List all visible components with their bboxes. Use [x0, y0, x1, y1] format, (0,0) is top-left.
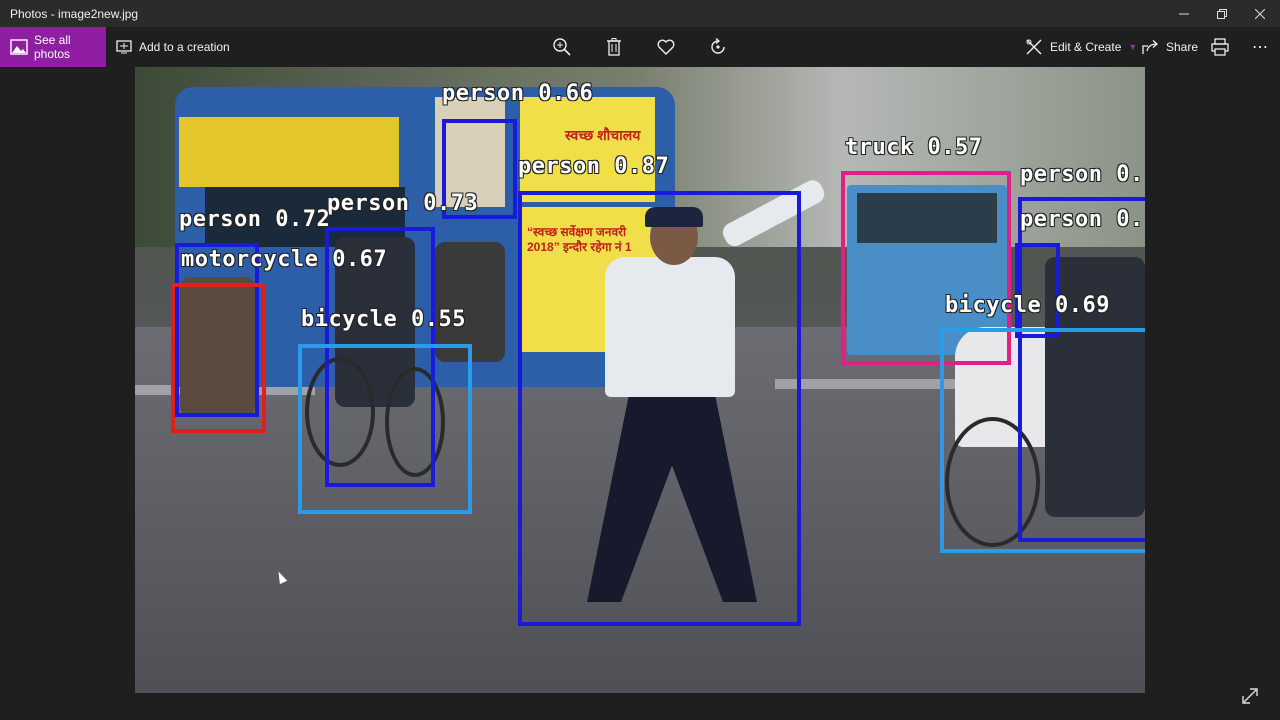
- detection-box-bicycle: [940, 328, 1145, 553]
- photos-icon: [10, 39, 28, 55]
- edit-create-icon: [1025, 38, 1043, 56]
- bus-top-text: स्वच्छ शौचालय: [565, 127, 641, 143]
- edit-create-button[interactable]: Edit & Create ▼: [1025, 27, 1137, 67]
- add-to-creation-label: Add to a creation: [139, 40, 230, 54]
- fullscreen-button[interactable]: [1240, 686, 1260, 706]
- delete-icon: [606, 38, 622, 56]
- zoom-in-icon: [553, 38, 571, 56]
- heart-icon: [657, 39, 675, 55]
- add-to-creation-button[interactable]: Add to a creation: [116, 27, 230, 67]
- detection-label: person 0.73: [327, 191, 479, 216]
- title-bar: Photos - image2new.jpg: [0, 0, 1280, 27]
- detection-label: bicycle 0.55: [301, 307, 466, 332]
- chevron-down-icon: ▼: [1128, 42, 1138, 52]
- restore-icon: [1217, 8, 1227, 19]
- photo-image[interactable]: स्वच्छ शौचालय “स्वच्छ सर्वेक्षण जनवरी 20…: [135, 67, 1145, 693]
- rotate-button[interactable]: [709, 27, 727, 67]
- more-options-button[interactable]: ⋯: [1252, 27, 1268, 67]
- delete-button[interactable]: [606, 27, 622, 67]
- detection-label: person 0.72: [179, 207, 331, 232]
- detection-label: motorcycle 0.67: [181, 247, 388, 272]
- share-button[interactable]: Share: [1141, 27, 1198, 67]
- add-creation-icon: [116, 39, 132, 55]
- detection-label: person 0.66: [442, 81, 594, 106]
- share-icon: [1141, 39, 1159, 55]
- print-icon: [1211, 38, 1229, 56]
- bus-top-panel: [520, 97, 655, 202]
- bus-banner: [179, 117, 399, 187]
- print-button[interactable]: [1211, 27, 1229, 67]
- toolbar: See all photos Add to a creation Edit & …: [0, 27, 1280, 67]
- detection-label: person 0.87: [518, 154, 670, 179]
- minimize-icon: [1179, 13, 1189, 14]
- see-all-photos-label: See all photos: [34, 33, 71, 61]
- detection-box-person: [518, 191, 801, 626]
- photo-viewer: स्वच्छ शौचालय “स्वच्छ सर्वेक्षण जनवरी 20…: [0, 67, 1280, 720]
- more-icon: ⋯: [1252, 39, 1268, 56]
- minimize-button[interactable]: [1165, 0, 1203, 27]
- detection-label: person 0.: [1020, 207, 1144, 232]
- detection-box-bicycle: [298, 344, 472, 514]
- rotate-icon: [709, 38, 727, 56]
- zoom-in-button[interactable]: [553, 27, 571, 67]
- detection-label: person 0.: [1020, 162, 1144, 187]
- expand-icon: [1242, 688, 1258, 704]
- close-button[interactable]: [1241, 0, 1279, 27]
- window-title: Photos - image2new.jpg: [10, 7, 139, 21]
- detection-box-motorcycle: [171, 283, 266, 433]
- see-all-photos-button[interactable]: See all photos: [0, 27, 106, 67]
- favorite-button[interactable]: [657, 27, 675, 67]
- restore-button[interactable]: [1203, 0, 1241, 27]
- close-icon: [1255, 8, 1265, 19]
- detection-box-person: [1015, 243, 1060, 338]
- edit-create-label: Edit & Create: [1050, 40, 1122, 54]
- detection-label: bicycle 0.69: [945, 293, 1110, 318]
- share-label: Share: [1166, 40, 1199, 54]
- detection-label: truck 0.57: [845, 135, 983, 160]
